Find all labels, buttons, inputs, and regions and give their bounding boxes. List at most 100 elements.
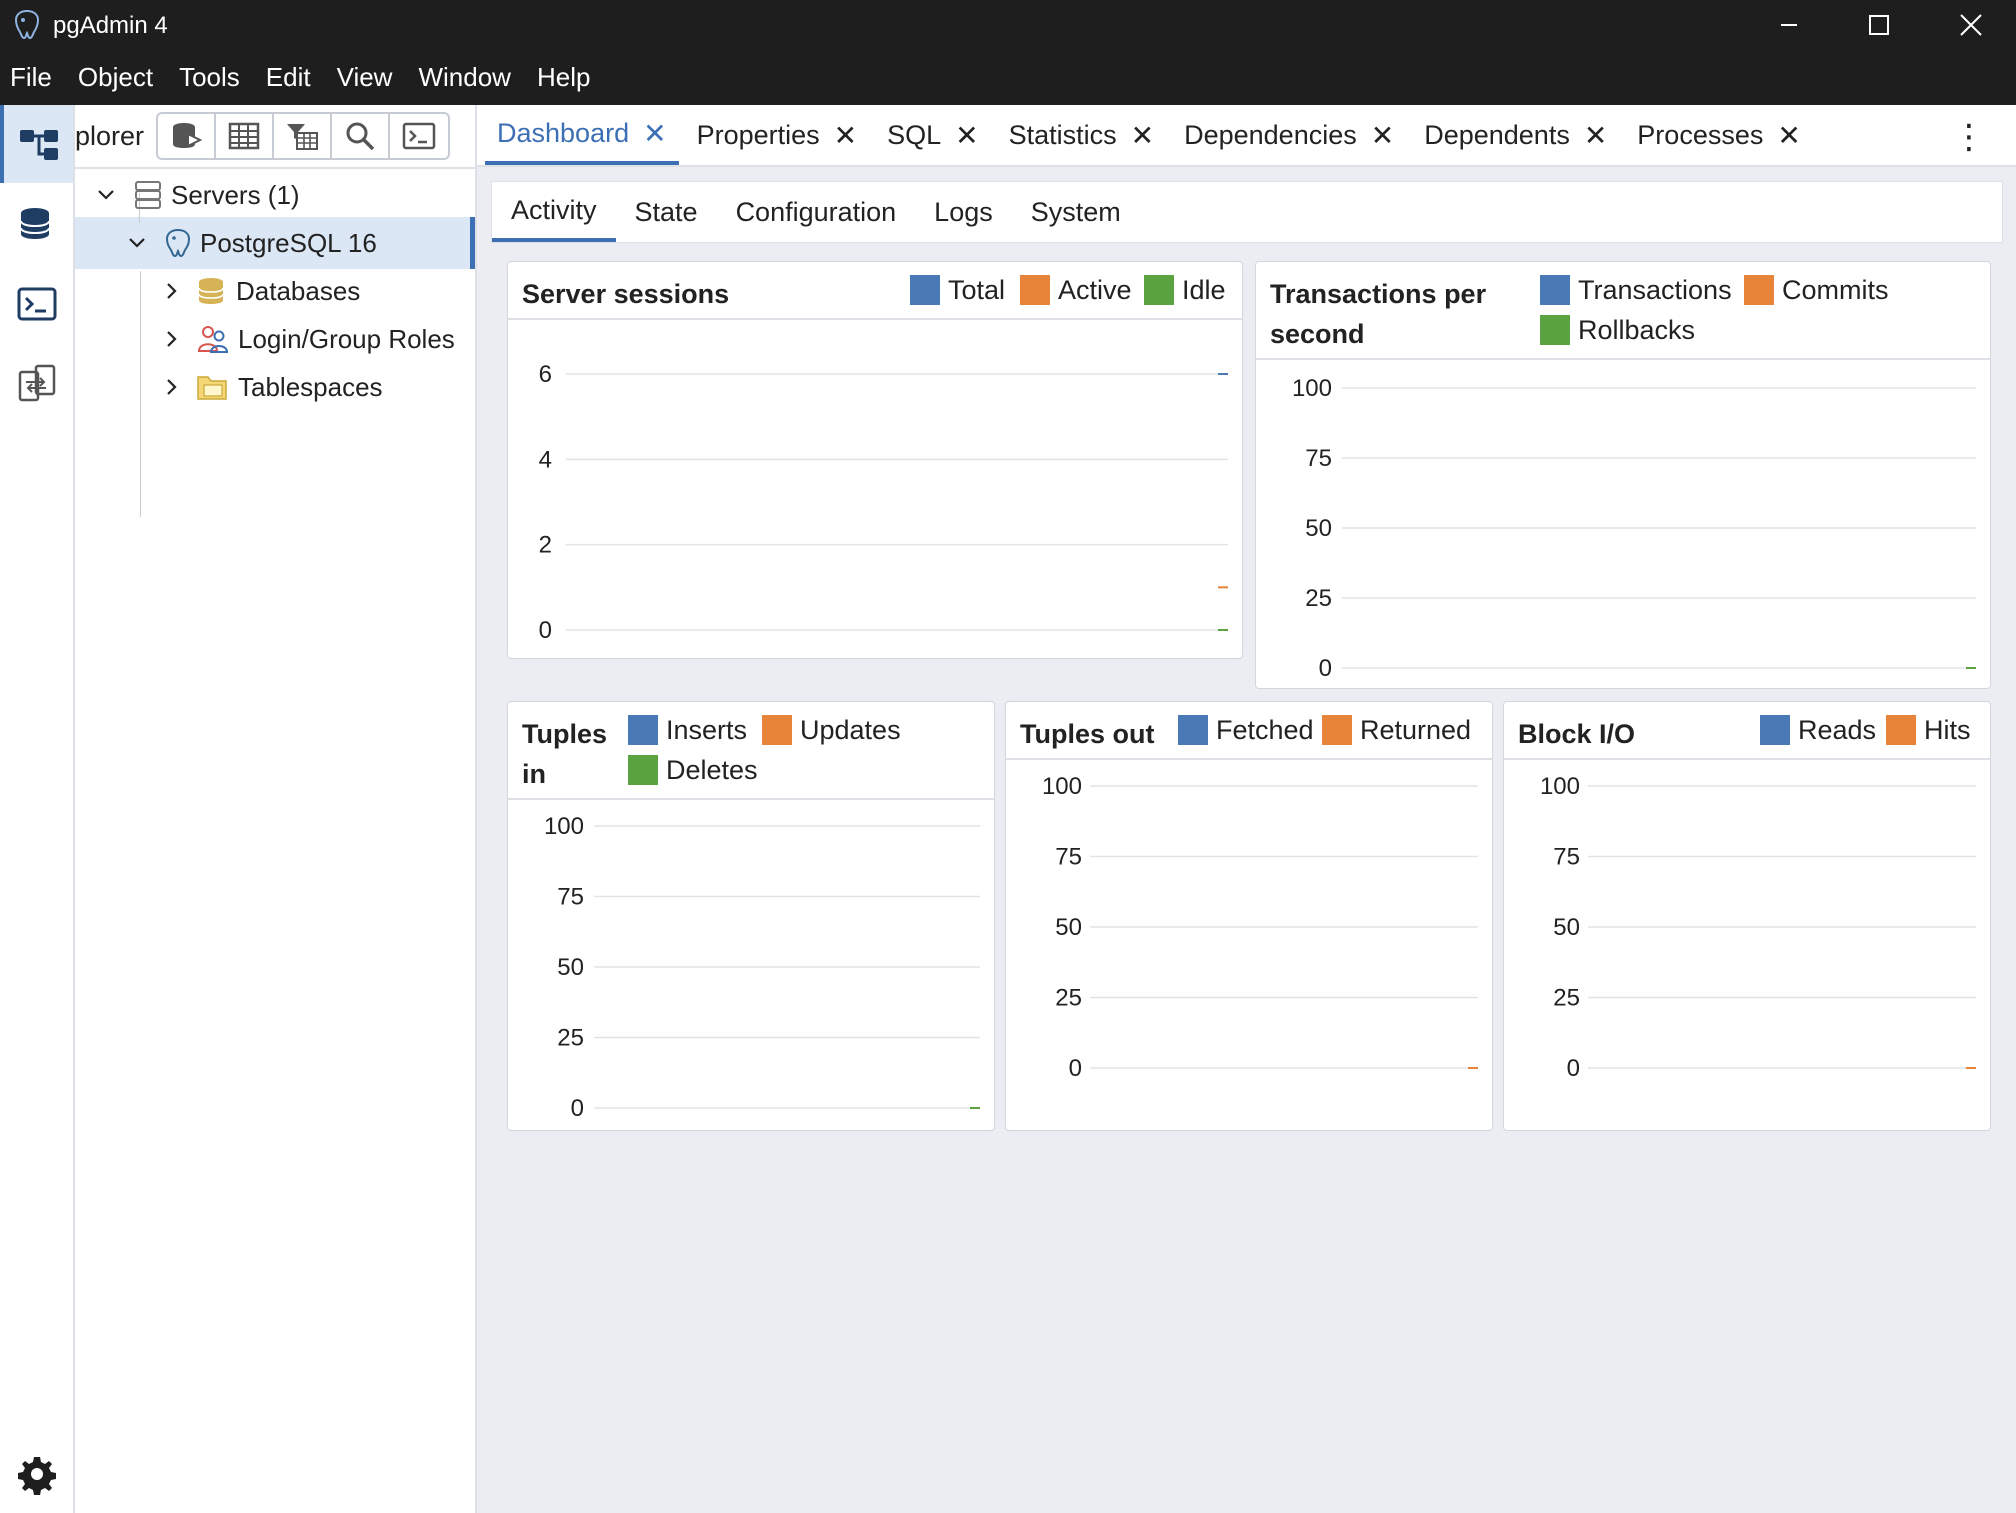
view-data-button[interactable] [216,114,275,158]
tuples-in-chart: 0 25 50 75 100 [544,813,980,1122]
transactions-panel: Transactions per second Transactions Com… [1255,261,1991,689]
subtab-activity[interactable]: Activity [492,182,616,242]
schema-diff-button[interactable] [0,345,73,423]
schema-diff-icon [18,364,55,402]
tuples-in-panel: Tuples in Inserts Updates Deletes 0 25 50 7… [507,701,995,1131]
terminal-icon [402,122,436,150]
menu-window[interactable]: Window [418,62,510,93]
tab-dependencies[interactable]: Dependencies ✕ [1172,105,1406,165]
tree-item-login-group-roles[interactable]: Login/Group Roles [162,315,455,363]
chevron-right-icon [167,331,177,347]
close-tab-icon[interactable]: ✕ [1777,119,1800,152]
psql-toolbar-button[interactable] [390,114,448,158]
main-tab-bar: Dashboard ✕ Properties ✕ SQL ✕ Statistics ✕ … [477,105,2016,167]
psql-tool-button[interactable] [0,265,73,343]
subtab-logs[interactable]: Logs [915,182,1012,242]
chevron-down-icon [129,238,145,248]
close-icon [1960,14,1982,36]
close-tab-icon[interactable]: ✕ [955,119,978,152]
y-tick-label: 75 [1553,844,1580,871]
tab-statistics[interactable]: Statistics ✕ [997,105,1167,165]
y-tick-label: 50 [557,954,584,981]
tree-item-label: Tablespaces [238,371,383,402]
tree-item-postgresql-16[interactable]: PostgreSQL 16 [126,219,377,267]
postgresql-elephant-icon [165,228,191,258]
activity-bar [0,105,75,1513]
close-tab-icon[interactable]: ✕ [643,117,666,150]
query-tool-db-button[interactable] [0,185,73,263]
subtab-system[interactable]: System [1012,182,1140,242]
y-tick-label: 4 [539,446,552,473]
tab-sql[interactable]: SQL ✕ [875,105,991,165]
menu-object[interactable]: Object [78,62,153,93]
server-group-icon [135,181,161,209]
database-icon [19,208,50,239]
tab-label: Properties [696,119,820,150]
minimize-button[interactable] [1744,0,1834,50]
tab-label: SQL [887,119,942,150]
pgadmin-logo-icon [14,9,40,40]
tab-dependents[interactable]: Dependents ✕ [1412,105,1619,165]
menu-view[interactable]: View [337,62,393,93]
menu-tools[interactable]: Tools [179,62,240,93]
search-icon [346,122,375,151]
tab-properties[interactable]: Properties ✕ [685,105,870,165]
close-tab-icon[interactable]: ✕ [1371,119,1394,152]
tablespaces-folder-icon [197,376,227,400]
tab-dashboard[interactable]: Dashboard ✕ [485,105,679,165]
tab-label: Dependents [1424,119,1570,150]
explorer-header: plorer [75,105,475,169]
y-tick-label: 50 [1305,515,1332,542]
tree-guide [140,271,141,517]
menu-help[interactable]: Help [537,62,590,93]
tree-item-tablespaces[interactable]: Tablespaces [162,363,383,411]
y-tick-label: 25 [1055,985,1082,1012]
query-database-icon [173,123,203,148]
y-tick-label: 2 [539,532,552,559]
tuples-out-chart: 0 25 50 75 100 [1042,773,1478,1082]
roles-icon [197,326,229,353]
title-bar: pgAdmin 4 [0,0,2016,50]
dashboard-subtabs: Activity State Configuration Logs System [491,181,2003,243]
table-icon [228,122,260,150]
tuples-out-panel: Tuples out Fetched Returned 0 25 50 75 100 [1005,701,1493,1131]
menu-edit[interactable]: Edit [266,62,311,93]
tree-item-label: Login/Group Roles [238,323,455,354]
y-tick-label: 100 [1042,773,1082,800]
y-tick-label: 100 [544,813,584,840]
terminal-icon [17,287,56,321]
tab-processes[interactable]: Processes ✕ [1625,105,1813,165]
y-tick-label: 50 [1553,914,1580,941]
close-tab-icon[interactable]: ✕ [1131,119,1154,152]
more-options-icon[interactable]: ⋮ [1952,117,1986,157]
close-window-button[interactable] [1926,0,2016,50]
tree-item-label: Servers (1) [171,179,300,210]
tab-label: Processes [1637,119,1764,150]
block-io-panel: Block I/O Reads Hits 0 25 50 75 100 [1503,701,1991,1131]
chevron-down-icon [98,190,114,200]
y-tick-label: 75 [1305,445,1332,472]
y-tick-label: 75 [557,884,584,911]
settings-button[interactable] [0,1435,73,1513]
y-tick-label: 0 [1567,1055,1580,1082]
query-tool-button[interactable] [158,114,217,158]
search-objects-button[interactable] [332,114,391,158]
tree-icon [19,130,58,160]
tree-item-databases[interactable]: Databases [162,267,360,315]
close-tab-icon[interactable]: ✕ [834,119,857,152]
y-tick-label: 25 [1305,585,1332,612]
close-tab-icon[interactable]: ✕ [1584,119,1607,152]
dashboard-content: Activity State Configuration Logs System… [477,167,2016,1513]
y-tick-label: 0 [539,617,552,644]
object-explorer-button[interactable] [0,105,73,183]
tree-item-servers[interactable]: Servers (1) [95,171,300,219]
subtab-configuration[interactable]: Configuration [717,182,916,242]
block-io-chart: 0 25 50 75 100 [1540,773,1976,1082]
filtered-rows-button[interactable] [274,114,333,158]
menu-file[interactable]: File [10,62,52,93]
maximize-button[interactable] [1834,0,1924,50]
y-tick-label: 50 [1055,914,1082,941]
transactions-chart: 0 25 50 75 100 [1292,375,1976,682]
subtab-state[interactable]: State [616,182,717,242]
chevron-right-icon [167,283,177,299]
